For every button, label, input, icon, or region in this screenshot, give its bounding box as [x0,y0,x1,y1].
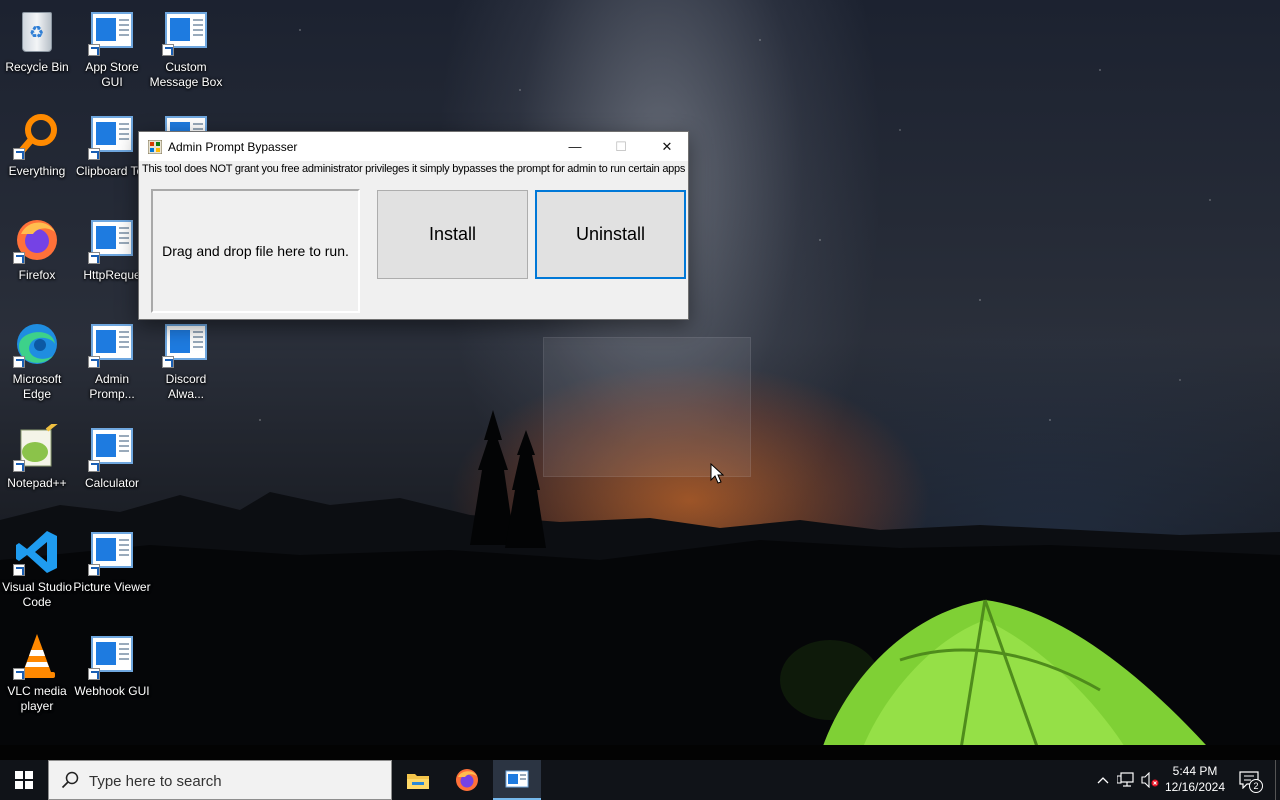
firefox-icon [456,769,478,791]
close-button[interactable]: ✕ [644,132,690,161]
desktop-icon-label: VLC media player [7,684,67,713]
desktop-icon-calculator[interactable]: Calculator [75,424,149,520]
start-button[interactable] [0,760,48,800]
minimize-button[interactable]: — [552,132,598,161]
desktop-icon-label: Webhook GUI [74,684,150,698]
title-bar[interactable]: Admin Prompt Bypasser — ☐ ✕ [139,132,688,161]
taskbar-firefox[interactable] [443,760,491,800]
shortcut-arrow-icon [88,148,100,160]
shortcut-arrow-icon [162,356,174,368]
folder-icon [407,774,429,789]
close-icon: ✕ [661,138,673,154]
desktop-icon-label: Everything [8,164,66,178]
shortcut-arrow-icon [88,564,100,576]
show-desktop-button[interactable] [1275,760,1280,800]
network-button[interactable] [1115,760,1137,800]
disclaimer-label: This tool does NOT grant you free admini… [142,163,686,175]
shortcut-arrow-icon [13,668,25,680]
desktop-icon-label: Recycle Bin [5,60,69,74]
mouse-cursor-icon [710,463,724,484]
taskbar-file-explorer[interactable] [394,760,442,800]
clock-date: 12/16/2024 [1164,780,1226,794]
app-window-icon [505,770,529,788]
desktop-icon-everything[interactable]: Everything [0,112,74,208]
desktop-icon-label: Microsoft Edge [12,372,62,401]
notification-count-badge: 2 [1249,779,1263,793]
desktop-icon-custom-message-box[interactable]: Custom Message Box [149,8,223,104]
window-app-icon [148,140,162,154]
taskbar: 5:44 PM 12/16/2024 2 [0,760,1280,800]
desktop-icon-label: Custom Message Box [149,60,223,89]
search-input[interactable] [89,770,379,792]
shortcut-arrow-icon [13,460,25,472]
maximize-button[interactable]: ☐ [598,132,644,161]
desktop-icon-label: Firefox [18,268,56,282]
shortcut-arrow-icon [88,356,100,368]
install-button[interactable]: Install [377,190,528,279]
taskbar-clock[interactable]: 5:44 PM 12/16/2024 [1160,763,1230,795]
shortcut-arrow-icon [13,252,25,264]
network-icon [1117,772,1134,787]
app-icon [91,324,133,360]
desktop-icon-picture-viewer[interactable]: Picture Viewer [73,528,151,624]
desktop-icon-recycle-bin[interactable]: Recycle Bin [0,8,74,104]
desktop-icon-label: Notepad++ [7,476,67,490]
volume-muted-icon [1141,772,1159,788]
shortcut-arrow-icon [88,668,100,680]
desktop-icon-label: App Store GUI [85,60,139,89]
shortcut-arrow-icon [13,564,25,576]
show-hidden-icons-button[interactable] [1093,760,1113,800]
shortcut-arrow-icon [13,148,25,160]
app-icon [91,532,133,568]
uninstall-button[interactable]: Uninstall [535,190,686,279]
drag-drop-label: Drag and drop file here to run. [162,243,349,259]
app-icon [91,636,133,672]
app-icon [165,12,207,48]
minimize-icon: — [568,139,582,154]
search-icon [61,771,79,789]
windows-logo-icon [15,771,33,789]
recycle-bin-icon [22,12,52,52]
clock-time: 5:44 PM [1172,764,1218,778]
desktop-icon-vlc-media-player[interactable]: VLC media player [0,632,74,728]
maximize-icon: ☐ [615,138,627,154]
desktop-icon-admin-prompt-bypasser[interactable]: Admin Promp... [75,320,149,416]
app-icon [165,324,207,360]
window-title: Admin Prompt Bypasser [168,140,298,154]
desktop-icon-hidden [149,112,223,132]
desktop-icon-label: Admin Promp... [89,372,135,401]
drag-drop-zone[interactable]: Drag and drop file here to run. [151,189,360,313]
admin-prompt-bypasser-window: Admin Prompt Bypasser — ☐ ✕ This tool do… [138,131,689,320]
desktop-icon-label: Visual Studio Code [2,580,72,609]
desktop-icon-app-store-gui[interactable]: App Store GUI [75,8,149,104]
app-icon [91,116,133,152]
desktop-icon-microsoft-edge[interactable]: Microsoft Edge [0,320,74,416]
shortcut-arrow-icon [13,356,25,368]
app-icon [165,116,207,132]
app-icon [91,12,133,48]
volume-button[interactable] [1139,760,1161,800]
app-icon [91,220,133,256]
desktop-icon-webhook-gui[interactable]: Webhook GUI [74,632,150,728]
desktop-icon-firefox[interactable]: Firefox [0,216,74,312]
desktop-icon-discord-always[interactable]: Discord Alwa... [149,320,223,416]
desktop-icon-label: Picture Viewer [73,580,151,594]
taskbar-search-box[interactable] [48,760,392,800]
desktop-icon-label: Discord Alwa... [165,372,207,401]
background-window-ghost [543,337,751,477]
chevron-up-icon [1097,777,1109,784]
shortcut-arrow-icon [88,460,100,472]
shortcut-arrow-icon [88,252,100,264]
shortcut-arrow-icon [88,44,100,56]
app-icon [91,428,133,464]
desktop-icon-visual-studio-code[interactable]: Visual Studio Code [0,528,74,624]
desktop-icon-notepad-plus-plus[interactable]: Notepad++ [0,420,74,520]
shortcut-arrow-icon [162,44,174,56]
desktop-icon-label: Calculator [84,476,140,490]
taskbar-admin-prompt-bypasser[interactable] [493,760,541,800]
